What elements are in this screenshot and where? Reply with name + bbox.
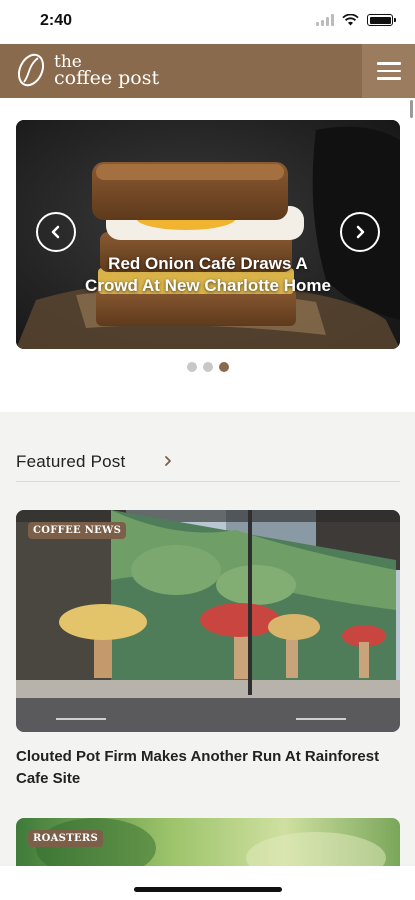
status-bar: 2:40	[0, 0, 415, 44]
home-indicator[interactable]	[134, 887, 282, 892]
carousel-dot-active[interactable]	[218, 362, 229, 372]
post-image[interactable]: COFFEE NEWS	[16, 510, 400, 732]
scrollbar[interactable]	[410, 100, 413, 118]
hamburger-icon	[376, 62, 401, 65]
post-title[interactable]: Clouted Pot Firm Makes Another Run At Ra…	[16, 746, 400, 790]
status-icons	[316, 14, 396, 26]
menu-button[interactable]	[362, 44, 415, 98]
logo-line-2: coffee post	[54, 67, 160, 89]
signal-icon	[316, 14, 334, 26]
app-header: the coffee post	[0, 44, 415, 98]
featured-section: Featured Post COFFEE NEWS Clouted Pot Fi…	[0, 412, 415, 900]
logo[interactable]: the coffee post	[14, 50, 159, 90]
chevron-left-icon	[51, 225, 60, 239]
carousel-dots	[0, 362, 415, 372]
wifi-icon	[342, 14, 359, 26]
hero-carousel[interactable]: Red Onion Café Draws A Crowd At New Char…	[16, 120, 400, 349]
carousel-dot[interactable]	[186, 362, 197, 372]
bottom-bar	[0, 866, 415, 900]
carousel-next-button[interactable]	[340, 212, 380, 252]
chevron-right-icon	[356, 225, 365, 239]
coffee-bean-icon	[17, 53, 45, 87]
carousel-prev-button[interactable]	[36, 212, 76, 252]
chevron-right-icon[interactable]	[162, 455, 174, 467]
slide-title[interactable]: Red Onion Café Draws A Crowd At New Char…	[80, 253, 336, 297]
status-time: 2:40	[40, 12, 73, 29]
carousel-dot[interactable]	[202, 362, 213, 372]
section-title: Featured Post	[16, 452, 126, 471]
post-image-mushroom-building	[16, 510, 400, 732]
category-tag[interactable]: ROASTERS	[28, 830, 103, 847]
category-tag[interactable]: COFFEE NEWS	[28, 522, 127, 539]
featured-header[interactable]: Featured Post	[16, 452, 400, 482]
battery-icon	[367, 14, 396, 26]
